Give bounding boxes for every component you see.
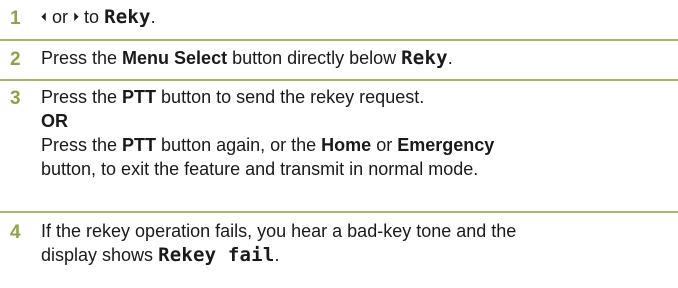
step-text: ⏴ or ⏵ to Reky. [41,5,670,29]
step-number: 3 [10,88,21,109]
step-line: Press the PTT button to send the rekey r… [41,85,670,109]
text-fragment: If the rekey operation fails, you hear a… [41,221,517,241]
step-text: Press the PTT button to send the rekey r… [41,85,670,181]
text-fragment: Press the [41,87,123,107]
step-line: display shows Rekey fail. [41,243,670,267]
procedure-steps: 1 ⏴ or ⏵ to Reky. 2 Press the Menu Selec… [0,0,678,286]
step-3: 3 Press the PTT button to send the rekey… [0,81,678,213]
or-label: OR [41,111,68,131]
step-number: 4 [10,222,21,243]
step-1: 1 ⏴ or ⏵ to Reky. [0,0,678,41]
step-line: If the rekey operation fails, you hear a… [41,219,670,243]
text-fragment: or [47,7,74,27]
text-fragment: Press the [41,48,123,68]
text-fragment: display shows [41,245,159,265]
button-name-emergency: Emergency [397,135,495,155]
text-fragment: button to send the rekey request. [156,87,425,107]
step-number: 2 [10,49,21,70]
step-line: button, to exit the feature and transmit… [41,157,670,181]
step-text: If the rekey operation fails, you hear a… [41,219,670,267]
step-4: 4 If the rekey operation fails, you hear… [0,213,678,286]
step-2: 2 Press the Menu Select button directly … [0,41,678,81]
display-text-reky: Reky [401,47,448,69]
text-fragment: button again, or the [156,135,322,155]
step-line: OR [41,109,670,133]
display-text-reky: Reky [104,6,151,28]
step-line: ⏴ or ⏵ to Reky. [41,5,670,29]
step-text: Press the Menu Select button directly be… [41,46,670,70]
text-fragment: button, to exit the feature and transmit… [41,159,479,179]
button-name-menu-select: Menu Select [122,48,228,68]
button-name-ptt: PTT [122,87,157,107]
step-line: Press the Menu Select button directly be… [41,46,670,70]
display-text-rekey-fail: Rekey fail [158,244,275,266]
button-name-ptt: PTT [122,135,157,155]
text-fragment: or [371,135,398,155]
text-fragment: Press the [41,135,123,155]
step-number: 1 [10,8,21,29]
step-line: Press the PTT button again, or the Home … [41,133,670,157]
text-fragment: button directly below [227,48,402,68]
text-fragment: . [447,48,453,68]
button-name-home: Home [321,135,372,155]
text-fragment: . [274,245,280,265]
text-fragment: . [150,7,156,27]
text-fragment: to [79,7,105,27]
